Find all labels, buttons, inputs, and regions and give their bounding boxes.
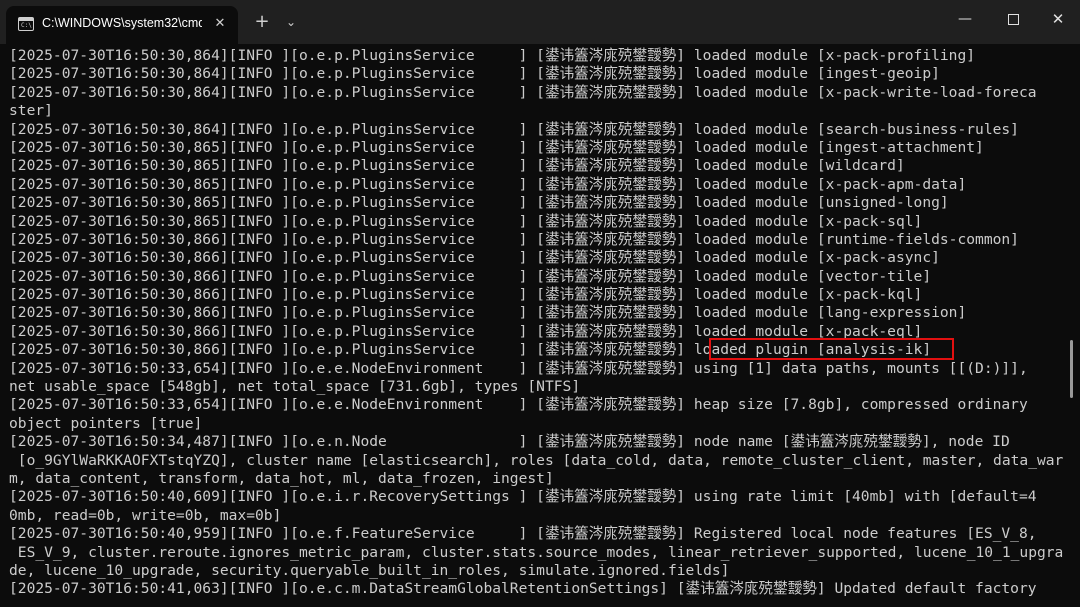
- console-line: [2025-07-30T16:50:41,063][INFO ][o.e.c.m…: [9, 580, 1037, 598]
- console-line: [2025-07-30T16:50:30,865][INFO ][o.e.p.P…: [9, 194, 949, 212]
- console-line: [2025-07-30T16:50:34,487][INFO ][o.e.n.N…: [9, 433, 1010, 451]
- console-line: [2025-07-30T16:50:30,866][INFO ][o.e.p.P…: [9, 304, 967, 322]
- console-line: [2025-07-30T16:50:33,654][INFO ][o.e.e.N…: [9, 359, 1028, 377]
- tab-cmd[interactable]: C:\ C:\WINDOWS\system32\cmd. ✕: [6, 6, 238, 44]
- console-line: 0mb, read=0b, write=0b, max=0b]: [9, 506, 282, 524]
- console-icon: C:\: [18, 17, 34, 31]
- title-bar[interactable]: C:\ C:\WINDOWS\system32\cmd. ✕ + ⌄ — ✕: [0, 0, 1080, 44]
- console-line: [2025-07-30T16:50:30,864][INFO ][o.e.p.P…: [9, 120, 1019, 138]
- close-button[interactable]: ✕: [1035, 0, 1080, 38]
- console-line: [2025-07-30T16:50:30,864][INFO ][o.e.p.P…: [9, 47, 976, 64]
- console-line: net usable_space [548gb], net total_spac…: [9, 378, 581, 396]
- console-line: [2025-07-30T16:50:30,866][INFO ][o.e.p.P…: [9, 230, 1019, 248]
- console-line: [2025-07-30T16:50:30,864][INFO ][o.e.p.P…: [9, 83, 1037, 101]
- console-line: [2025-07-30T16:50:30,866][INFO ][o.e.p.P…: [9, 286, 923, 304]
- console-line: [2025-07-30T16:50:30,864][INFO ][o.e.p.P…: [9, 65, 940, 83]
- minimize-button[interactable]: —: [942, 0, 988, 38]
- highlight-box: [709, 338, 954, 360]
- console-line: [2025-07-30T16:50:30,866][INFO ][o.e.p.P…: [9, 267, 932, 285]
- console-line: de, lucene_10_upgrade, security.queryabl…: [9, 561, 730, 579]
- console-line: ster]: [9, 102, 53, 120]
- console-line: [o_9GYlWaRKKAOFXTstqYZQ], cluster name […: [9, 451, 1064, 469]
- console-line: [2025-07-30T16:50:30,865][INFO ][o.e.p.P…: [9, 157, 905, 175]
- console-lines: [2025-07-30T16:50:30,864][INFO ][o.e.p.P…: [9, 47, 1063, 599]
- console-line: [2025-07-30T16:50:40,959][INFO ][o.e.f.F…: [9, 525, 1037, 543]
- console-line: [2025-07-30T16:50:30,866][INFO ][o.e.p.P…: [9, 249, 940, 267]
- console-line: object pointers [true]: [9, 414, 203, 432]
- terminal-window: C:\ C:\WINDOWS\system32\cmd. ✕ + ⌄ — ✕ […: [0, 0, 1080, 607]
- console-line: [2025-07-30T16:50:30,865][INFO ][o.e.p.P…: [9, 138, 984, 156]
- close-tab-icon[interactable]: ✕: [208, 12, 232, 36]
- console-line: [2025-07-30T16:50:40,609][INFO ][o.e.i.r…: [9, 488, 1037, 506]
- new-tab-button[interactable]: +: [249, 8, 275, 36]
- tab-title: C:\WINDOWS\system32\cmd.: [42, 16, 202, 30]
- console-line: [2025-07-30T16:50:30,865][INFO ][o.e.p.P…: [9, 212, 923, 230]
- console-line: m, data_content, transform, data_hot, ml…: [9, 469, 554, 487]
- console-line: [2025-07-30T16:50:30,865][INFO ][o.e.p.P…: [9, 175, 967, 193]
- console-line: [2025-07-30T16:50:33,654][INFO ][o.e.e.N…: [9, 396, 1028, 414]
- maximize-icon: [1007, 14, 1019, 25]
- console-line: ES_V_9, cluster.reroute.ignores_metric_p…: [9, 543, 1064, 561]
- chevron-down-icon[interactable]: ⌄: [278, 8, 304, 36]
- scrollbar-thumb[interactable]: [1070, 340, 1073, 398]
- maximize-button[interactable]: [990, 0, 1036, 38]
- console-output[interactable]: [2025-07-30T16:50:30,864][INFO ][o.e.p.P…: [0, 44, 1064, 607]
